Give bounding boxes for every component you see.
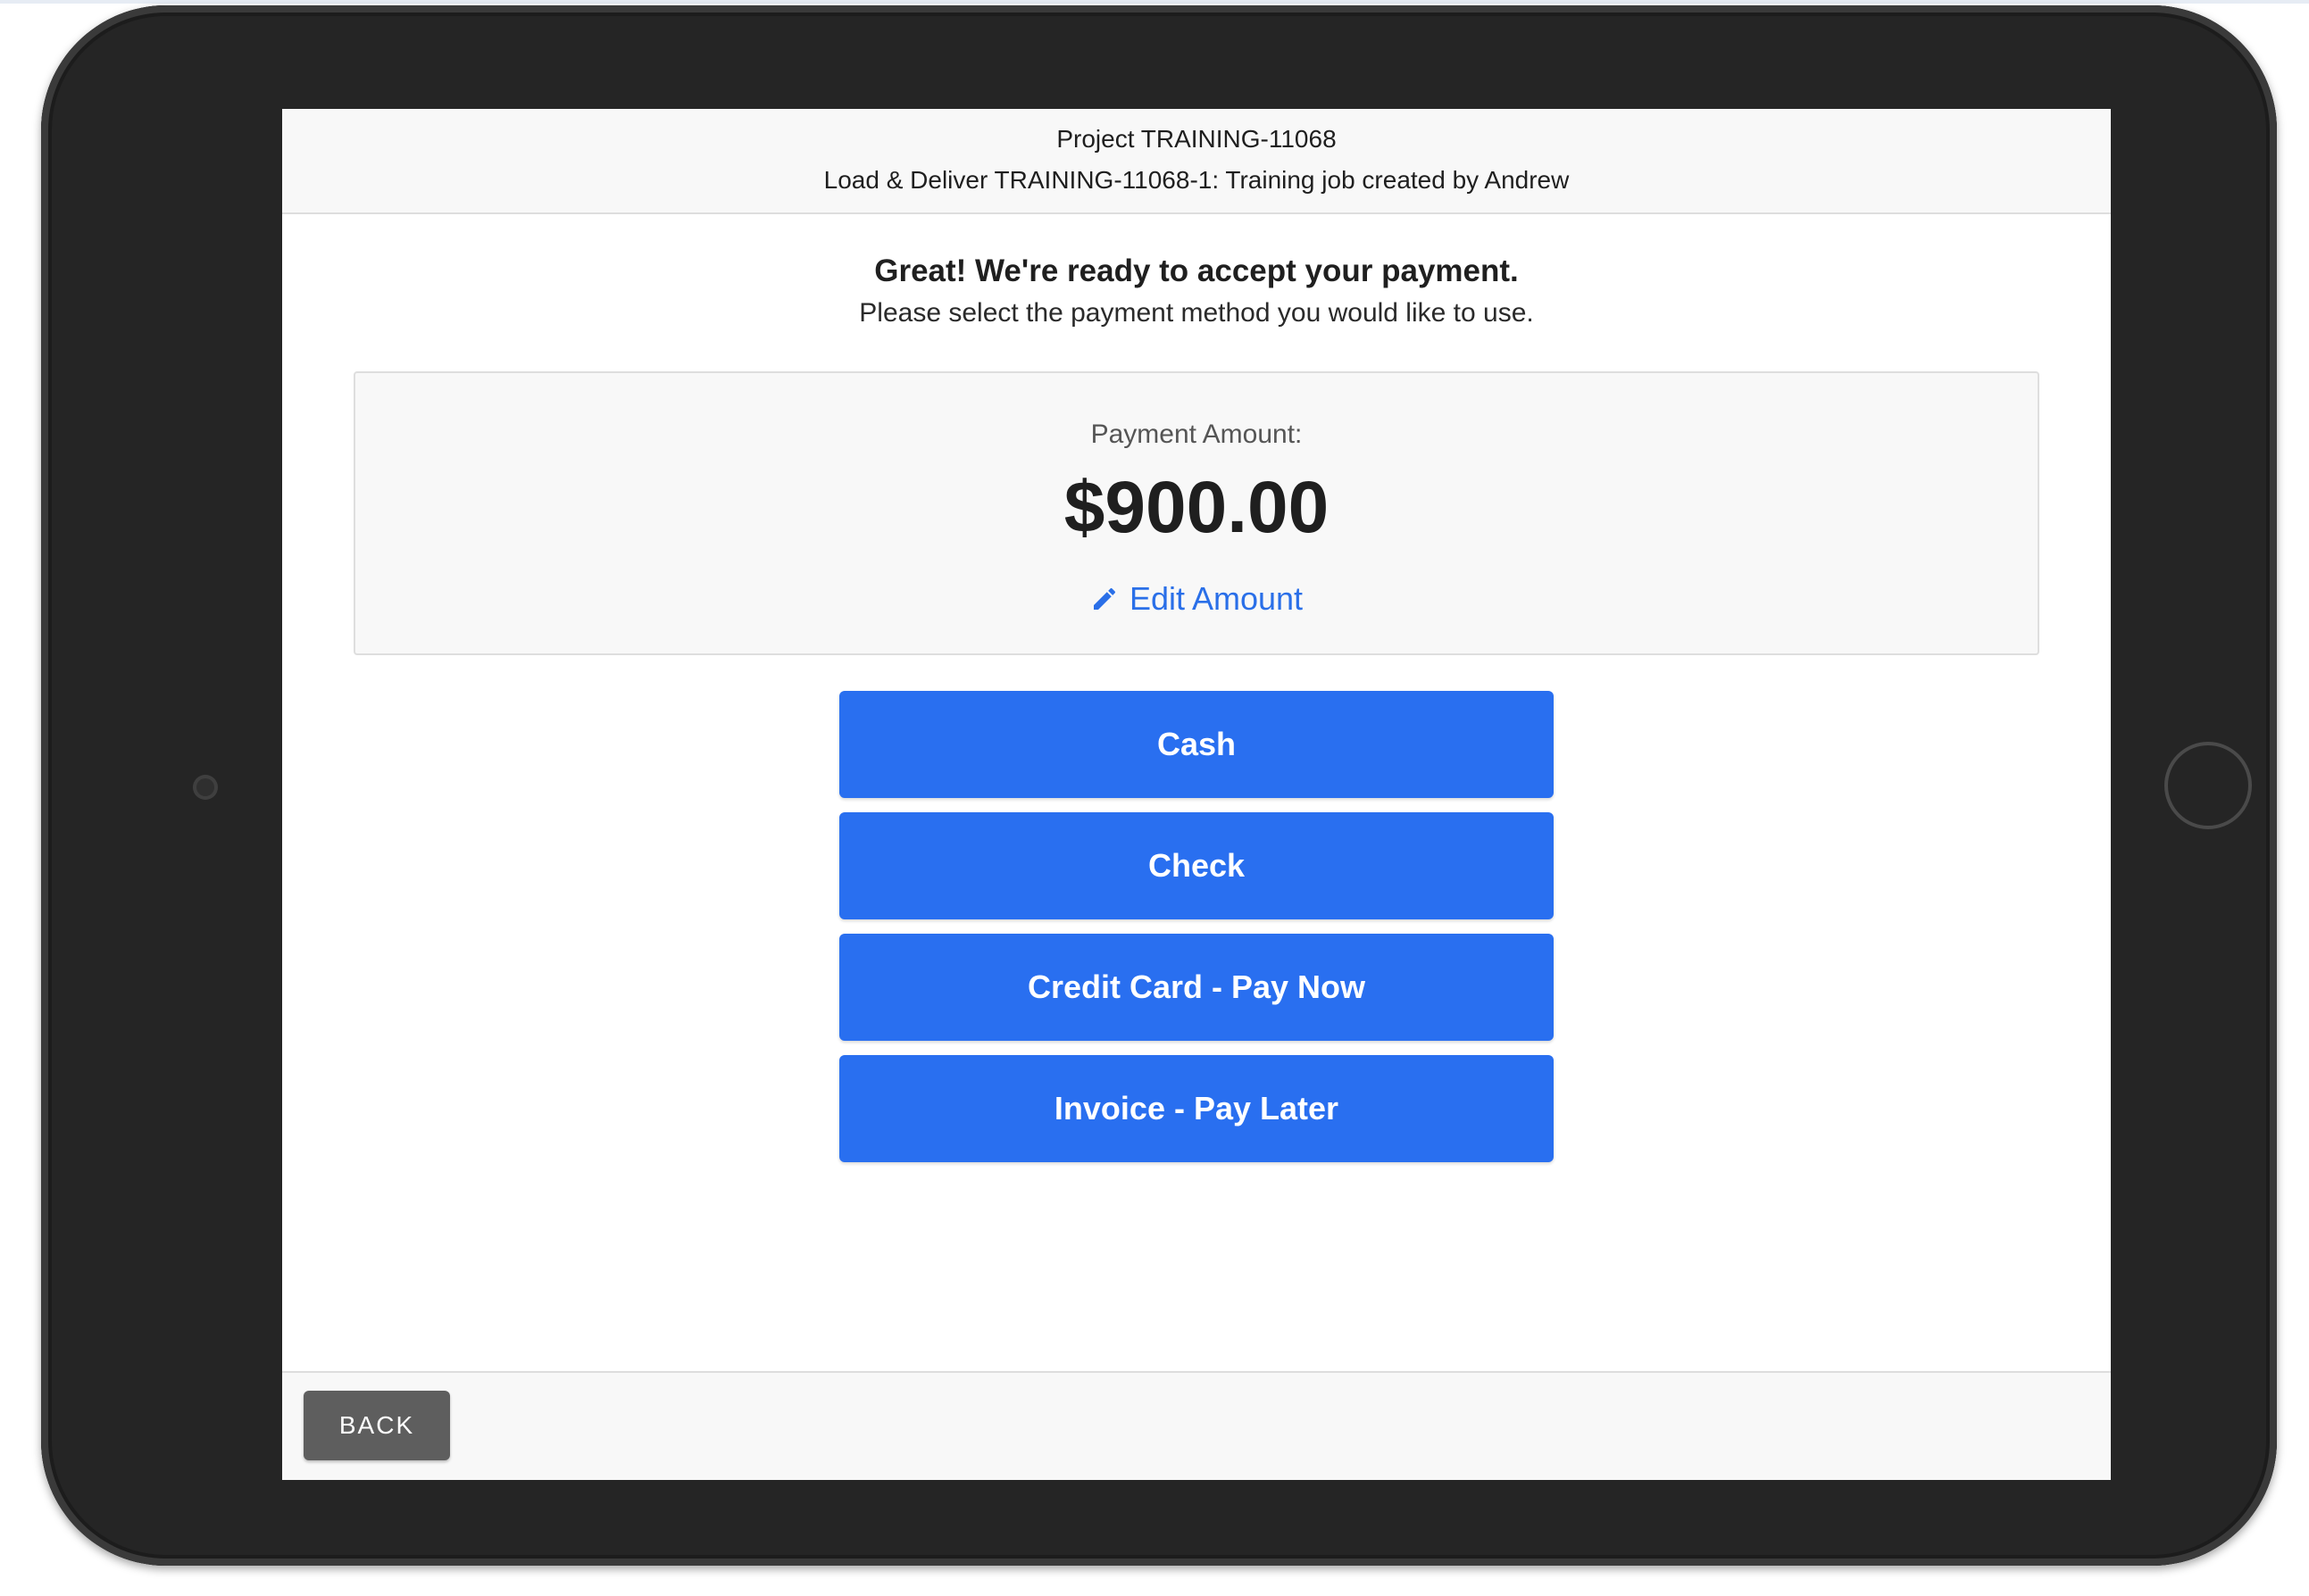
home-button-icon bbox=[2164, 742, 2252, 829]
edit-amount-label: Edit Amount bbox=[1129, 580, 1304, 617]
top-border bbox=[0, 0, 2309, 4]
job-title: Load & Deliver TRAINING-11068-1: Trainin… bbox=[823, 166, 1570, 194]
payment-amount-panel: Payment Amount: $900.00 Edit Amount bbox=[354, 371, 2039, 655]
footer-bar: BACK bbox=[282, 1371, 2111, 1480]
payment-amount-value: $900.00 bbox=[1063, 467, 1330, 548]
intro-title: Great! We're ready to accept your paymen… bbox=[874, 254, 1519, 288]
project-title: Project TRAINING-11068 bbox=[1056, 125, 1337, 153]
credit-card-pay-now-button[interactable]: Credit Card - Pay Now bbox=[839, 934, 1554, 1041]
tablet-frame: Project TRAINING-11068 Load & Deliver TR… bbox=[41, 5, 2277, 1566]
edit-amount-link[interactable]: Edit Amount bbox=[355, 580, 2038, 618]
intro-subtitle: Please select the payment method you wou… bbox=[859, 298, 1534, 328]
pencil-icon bbox=[1093, 587, 1115, 610]
check-button[interactable]: Check bbox=[839, 812, 1554, 919]
app-screen: Project TRAINING-11068 Load & Deliver TR… bbox=[282, 109, 2111, 1480]
payment-amount-label: Payment Amount: bbox=[1090, 420, 1303, 449]
camera-icon bbox=[193, 775, 218, 800]
cash-button[interactable]: Cash bbox=[839, 691, 1554, 798]
invoice-pay-later-button[interactable]: Invoice - Pay Later bbox=[839, 1055, 1554, 1162]
back-button[interactable]: BACK bbox=[304, 1391, 450, 1460]
job-header: Project TRAINING-11068 Load & Deliver TR… bbox=[282, 109, 2111, 214]
